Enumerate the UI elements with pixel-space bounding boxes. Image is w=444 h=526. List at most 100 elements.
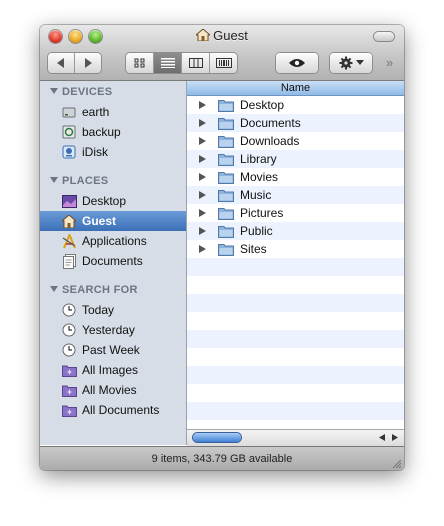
file-row[interactable]: Library (187, 150, 404, 168)
sidebar-item-label: Guest (82, 214, 117, 228)
empty-row (187, 402, 404, 420)
sidebar-item-earth[interactable]: earth (40, 102, 186, 122)
window-title: Guest (213, 28, 248, 43)
forward-arrow-icon (85, 58, 92, 68)
file-row[interactable]: Desktop (187, 96, 404, 114)
folder-icon (218, 135, 234, 148)
sidebar-heading-devices[interactable]: DEVICES (50, 86, 112, 98)
quick-look-button[interactable] (276, 53, 318, 73)
sidebar-item-label: All Movies (82, 383, 137, 397)
scroll-right-arrow-icon (391, 434, 398, 441)
horizontal-scrollbar[interactable] (187, 429, 404, 446)
sidebar-item-all-documents[interactable]: All Documents (40, 400, 186, 420)
file-row[interactable]: Documents (187, 114, 404, 132)
list-view-icon (160, 58, 175, 68)
empty-row (187, 258, 404, 276)
title-bar[interactable]: Guest » (40, 25, 404, 81)
idisk-icon (61, 144, 77, 160)
sidebar-item-label: Documents (82, 254, 143, 268)
scroll-left-button[interactable] (375, 431, 388, 444)
file-name: Desktop (240, 98, 285, 112)
folder-icon (218, 243, 234, 256)
sidebar-item-label: Past Week (82, 343, 140, 357)
column-view-button[interactable] (182, 53, 210, 73)
forward-button[interactable] (75, 53, 101, 73)
smart-folder-icon (61, 362, 77, 378)
file-name: Sites (240, 242, 267, 256)
disclosure-triangle-icon[interactable] (199, 173, 206, 181)
scrollbar-thumb[interactable] (193, 433, 241, 442)
toolbar-toggle-button[interactable] (374, 32, 394, 41)
sidebar-item-label: All Documents (82, 403, 160, 417)
file-row[interactable]: Movies (187, 168, 404, 186)
applications-icon (61, 233, 77, 249)
disclosure-triangle-icon[interactable] (199, 101, 206, 109)
smart-folder-icon (61, 402, 77, 418)
sidebar-item-guest[interactable]: Guest (40, 211, 186, 231)
disclosure-triangle-icon[interactable] (199, 245, 206, 253)
file-row[interactable]: Music (187, 186, 404, 204)
file-name: Public (240, 224, 273, 238)
file-row[interactable]: Pictures (187, 204, 404, 222)
resize-grip-icon[interactable] (391, 458, 401, 468)
file-row[interactable]: Public (187, 222, 404, 240)
empty-row (187, 330, 404, 348)
sidebar-item-today[interactable]: Today (40, 300, 186, 320)
sidebar-item-all-movies[interactable]: All Movies (40, 380, 186, 400)
file-name: Movies (240, 170, 279, 184)
sidebar-item-label: iDisk (82, 145, 108, 159)
folder-icon (218, 153, 234, 166)
file-list: Name Desktop Documents Downloads Library Mov… (187, 81, 404, 445)
folder-icon (218, 99, 234, 112)
folder-icon (218, 171, 234, 184)
clock-icon (61, 322, 77, 338)
back-arrow-icon (57, 58, 64, 68)
clock-icon (61, 342, 77, 358)
file-name: Music (240, 188, 272, 202)
disclosure-triangle-icon[interactable] (199, 191, 206, 199)
back-button[interactable] (48, 53, 75, 73)
file-name: Pictures (240, 206, 284, 220)
sidebar-heading-places[interactable]: PLACES (50, 175, 108, 187)
sidebar-heading-search-for[interactable]: SEARCH FOR (50, 284, 138, 296)
sidebar-item-all-images[interactable]: All Images (40, 360, 186, 380)
empty-row (187, 384, 404, 402)
file-row[interactable]: Sites (187, 240, 404, 258)
sidebar: DEVICES earth backup iDisk PLACES Deskto… (40, 81, 187, 445)
sidebar-item-idisk[interactable]: iDisk (40, 142, 186, 162)
folder-icon (218, 225, 234, 238)
disclosure-triangle-icon[interactable] (199, 119, 206, 127)
icon-view-icon (134, 58, 144, 68)
file-row[interactable]: Downloads (187, 132, 404, 150)
scroll-right-button[interactable] (388, 431, 401, 444)
action-menu-button[interactable] (330, 53, 372, 73)
sidebar-item-backup[interactable]: backup (40, 122, 186, 142)
sidebar-item-label: Applications (82, 234, 147, 248)
status-bar: 9 items, 343.79 GB available (40, 446, 404, 470)
eye-icon (289, 59, 305, 67)
disclosure-triangle-icon[interactable] (199, 137, 206, 145)
sidebar-item-past-week[interactable]: Past Week (40, 340, 186, 360)
back-forward-control (48, 53, 101, 73)
disclosure-triangle-icon[interactable] (199, 209, 206, 217)
toolbar-overflow-icon[interactable]: » (386, 55, 393, 70)
cover-flow-icon (215, 58, 232, 68)
status-text: 9 items, 343.79 GB available (151, 453, 293, 465)
disclosure-triangle-icon[interactable] (199, 227, 206, 235)
sidebar-item-desktop[interactable]: Desktop (40, 191, 186, 211)
gear-icon (339, 56, 352, 70)
empty-row (187, 294, 404, 312)
cover-flow-button[interactable] (210, 53, 237, 73)
disclosure-triangle-icon[interactable] (199, 155, 206, 163)
sidebar-item-yesterday[interactable]: Yesterday (40, 320, 186, 340)
window-title-area: Guest (40, 28, 404, 43)
sidebar-item-applications[interactable]: Applications (40, 231, 186, 251)
hard-disk-icon (61, 104, 77, 120)
empty-row (187, 366, 404, 384)
list-view-button[interactable] (154, 53, 182, 73)
sidebar-item-label: All Images (82, 363, 139, 377)
hard-disk-icon (61, 124, 77, 140)
sidebar-item-documents[interactable]: Documents (40, 251, 186, 271)
icon-view-button[interactable] (126, 53, 154, 73)
column-header-name[interactable]: Name (187, 81, 404, 96)
